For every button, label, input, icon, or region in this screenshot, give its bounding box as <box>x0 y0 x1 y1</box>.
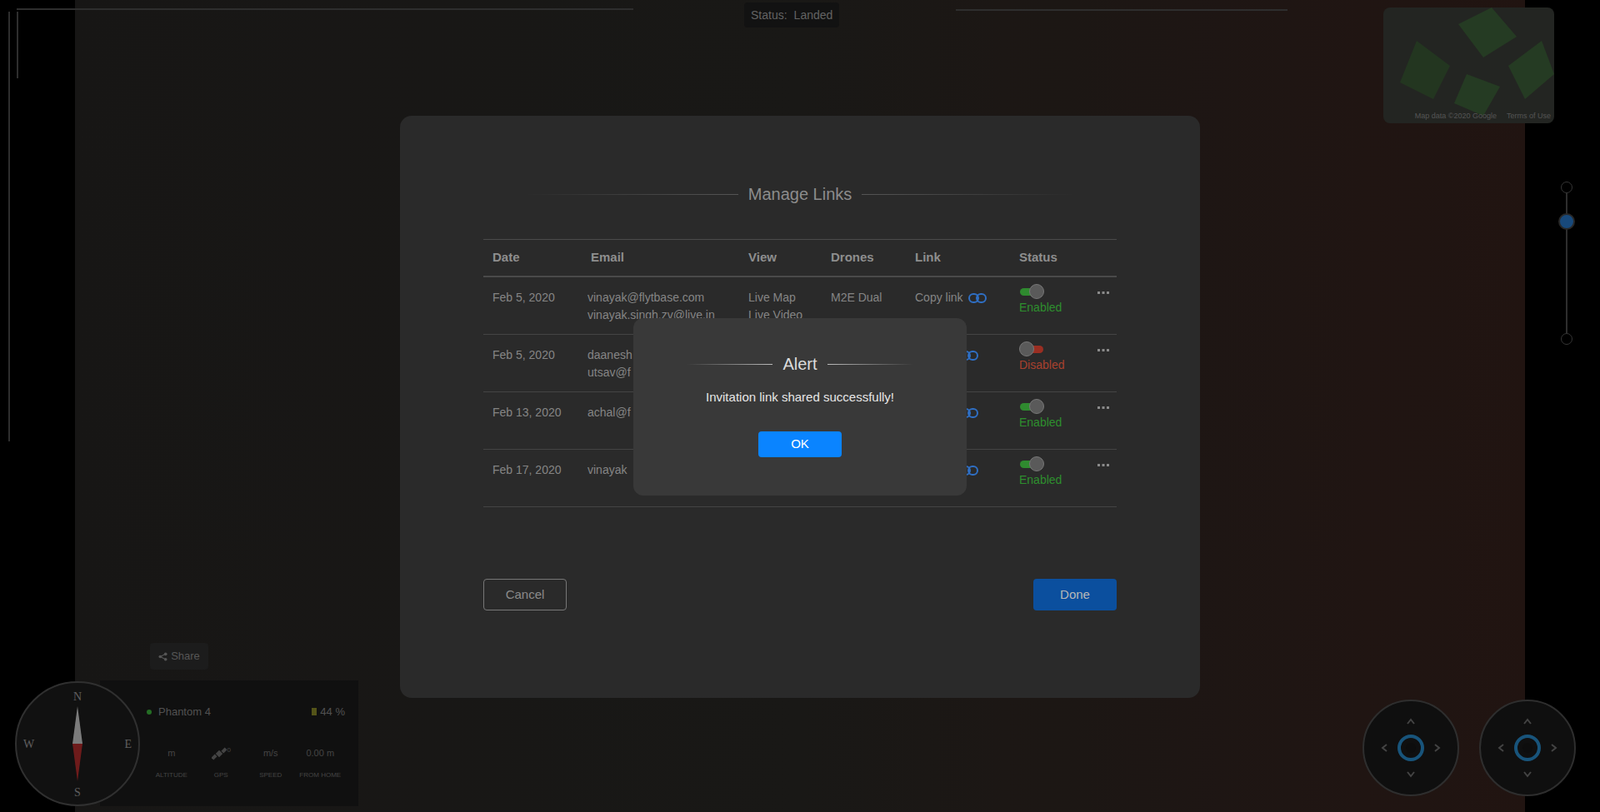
status-toggle[interactable] <box>1019 456 1045 472</box>
alert-dialog: Alert Invitation link shared successfully… <box>633 318 967 496</box>
status-label: Disabled <box>1019 356 1065 375</box>
status-label: Enabled <box>1019 471 1062 490</box>
dialog-title: Manage Links <box>748 181 853 207</box>
more-icon[interactable] <box>1097 463 1110 469</box>
alert-title: Alert <box>782 351 817 377</box>
more-icon[interactable] <box>1097 290 1110 296</box>
ok-button[interactable]: OK <box>758 431 842 458</box>
more-icon[interactable] <box>1097 405 1110 411</box>
more-icon[interactable] <box>1097 348 1110 354</box>
status-label: Enabled <box>1019 299 1062 317</box>
table-header: DateEmailViewDronesLinkStatus <box>483 239 1117 278</box>
copy-link[interactable]: Copy link <box>905 289 1010 307</box>
status-toggle[interactable] <box>1019 341 1045 357</box>
link-icon <box>968 293 987 304</box>
cancel-button[interactable]: Cancel <box>483 579 567 611</box>
status-toggle[interactable] <box>1019 399 1045 415</box>
alert-message: Invitation link shared successfully! <box>705 388 895 408</box>
status-label: Enabled <box>1019 414 1062 432</box>
status-toggle[interactable] <box>1019 284 1045 300</box>
done-button[interactable]: Done <box>1033 579 1117 611</box>
app: Status:LandedMap data ©2020 GoogleTerms … <box>0 0 1600 812</box>
